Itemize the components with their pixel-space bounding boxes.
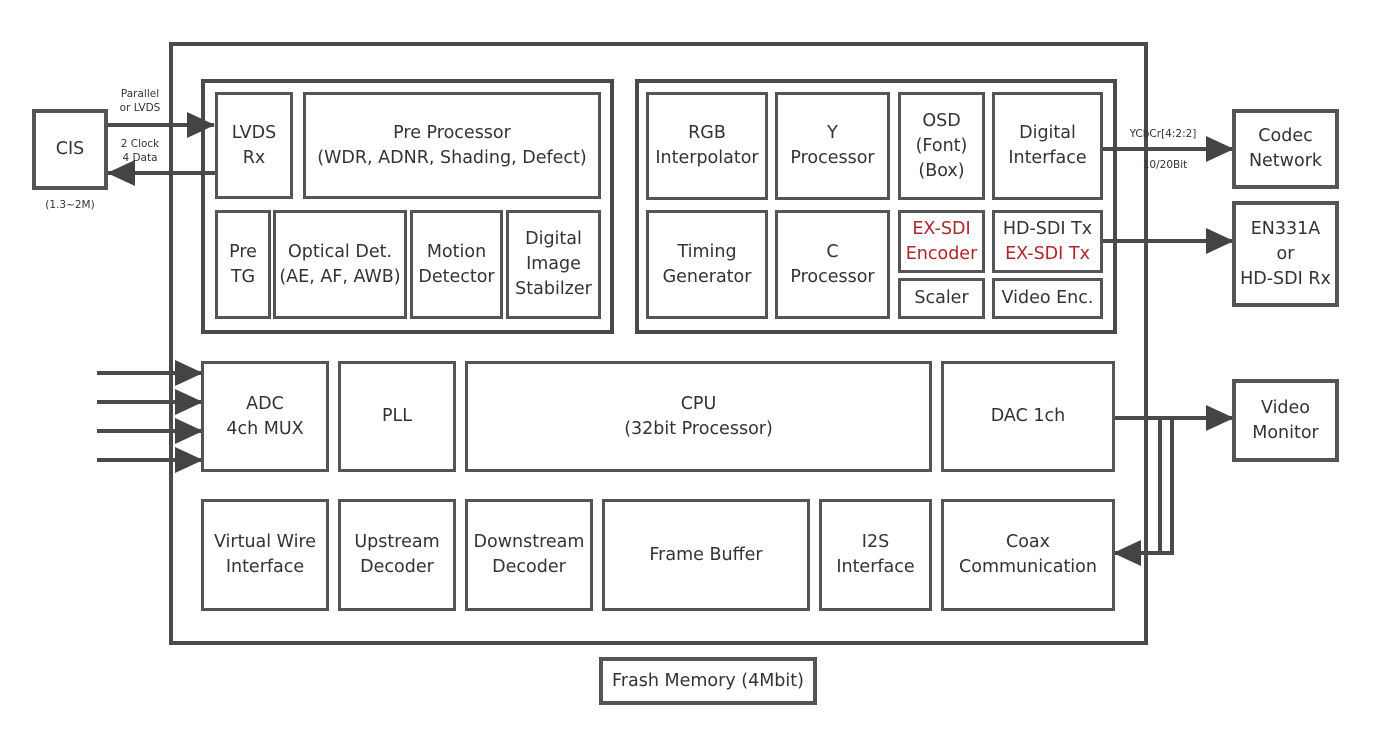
adc-block: ADC 4ch MUX [201, 361, 329, 472]
line: Digital [1019, 123, 1076, 143]
line: HD-SDI Rx [1240, 268, 1331, 289]
line: Scaler [914, 288, 969, 308]
cpu-block: CPU (32bit Processor) [465, 361, 932, 472]
optical-det-block: Optical Det. (AE, AF, AWB) [273, 210, 407, 319]
line: Generator [662, 266, 752, 287]
line: or [1276, 243, 1295, 264]
flash-memory: Frash Memory (4Mbit) [599, 657, 817, 705]
image-stabilizer-block: Digital Image Stabilzer [506, 210, 601, 319]
video-monitor: Video Monitor [1232, 379, 1339, 462]
line: Encoder [905, 243, 978, 264]
c-processor-block: C Processor [775, 210, 890, 319]
pll-block: PLL [338, 361, 456, 472]
y-processor-block: Y Processor [775, 92, 890, 200]
cis-resolution: (1.3~2M) [45, 199, 95, 211]
timing-generator-block: Timing Generator [646, 210, 768, 319]
line: Video [1260, 397, 1311, 418]
frame-buffer-block: Frame Buffer [602, 499, 810, 611]
line: Y [827, 123, 838, 143]
lvds-rx-block: LVDS Rx [215, 92, 293, 199]
line: Interpolator [655, 148, 759, 168]
parallel-label: Parallel or LVDS [110, 87, 170, 115]
line: Processor [790, 148, 875, 168]
line: DAC 1ch [990, 406, 1066, 426]
coax-communication-block: Coax Communication [941, 499, 1115, 611]
line: 4ch MUX [226, 418, 304, 439]
osd-block: OSD (Font) (Box) [898, 92, 985, 200]
line: HD-SDI Tx [1002, 218, 1093, 239]
bits-label: 10/20Bit [1142, 159, 1188, 171]
line: PLL [381, 406, 413, 426]
line: Motion [426, 241, 487, 262]
line: EX-SDI [912, 218, 971, 239]
line: Optical Det. [287, 241, 393, 262]
line: Rx [242, 147, 266, 168]
rgb-interpolator-block: RGB Interpolator [646, 92, 768, 200]
upstream-decoder-block: Upstream Decoder [338, 499, 456, 611]
clock-data-label: 2 Clock 4 Data [110, 137, 170, 165]
line: I2S [861, 532, 890, 552]
line: Pre [229, 241, 257, 262]
label-line: or LVDS [119, 102, 161, 114]
line: RGB [688, 123, 726, 143]
exsdi-encoder-block: EX-SDI Encoder [898, 210, 985, 273]
line: (AE, AF, AWB) [279, 266, 401, 287]
label-line: 4 Data [122, 152, 158, 164]
cis-sensor: CIS [32, 109, 108, 190]
line: Network [1248, 151, 1323, 171]
line: Interface [836, 557, 915, 577]
label-line: 2 Clock [120, 138, 160, 150]
hdsdi-tx-block: HD-SDI Tx EX-SDI Tx [992, 210, 1103, 273]
line: Interface [225, 557, 305, 577]
virtual-wire-block: Virtual Wire Interface [201, 499, 329, 611]
label-line: Parallel [120, 88, 160, 100]
line: Codec [1258, 126, 1313, 146]
line: Image [526, 254, 581, 274]
pre-tg-block: Pre TG [215, 210, 271, 319]
cis-label: CIS [55, 139, 85, 159]
codec-network: Codec Network [1232, 109, 1339, 189]
line: EN331A [1250, 218, 1321, 239]
line: (WDR, ADNR, Shading, Defect) [317, 147, 587, 168]
line: EX-SDI Tx [1005, 243, 1090, 264]
line: Pre Processor [393, 122, 511, 143]
line: Coax [1005, 532, 1050, 552]
i2s-interface-block: I2S Interface [819, 499, 932, 611]
pre-processor-block: Pre Processor (WDR, ADNR, Shading, Defec… [303, 92, 601, 199]
line: Virtual Wire [213, 532, 317, 552]
line: (32bit Processor) [624, 418, 773, 439]
line: Decoder [492, 557, 566, 577]
line: Digital [525, 229, 582, 249]
line: C [826, 241, 839, 262]
line: Interface [1008, 148, 1087, 168]
line: OSD [922, 110, 961, 131]
en331a-receiver: EN331A or HD-SDI Rx [1232, 201, 1339, 307]
video-encoder-block: Video Enc. [992, 278, 1103, 319]
ycbcr-label: YCbCr[4:2:2] [1129, 128, 1197, 140]
coax-loop [1158, 418, 1174, 555]
line: CPU [680, 393, 717, 414]
dac-block: DAC 1ch [941, 361, 1115, 472]
line: Upstream [354, 532, 440, 552]
line: LVDS [231, 122, 277, 143]
line: ADC [246, 393, 284, 414]
line: Detector [418, 266, 495, 287]
motion-detector-block: Motion Detector [410, 210, 503, 319]
line: (Font) [915, 135, 968, 156]
digital-interface-block: Digital Interface [992, 92, 1103, 200]
downstream-decoder-block: Downstream Decoder [465, 499, 593, 611]
line: Monitor [1252, 422, 1319, 443]
line: Decoder [360, 557, 434, 577]
line: Processor [790, 266, 875, 287]
line: Downstream [473, 532, 585, 552]
line: Timing [677, 241, 737, 262]
line: Video Enc. [1001, 288, 1094, 308]
line: Frash Memory (4Mbit) [612, 670, 804, 691]
line: TG [230, 266, 256, 287]
line: (Box) [918, 160, 965, 181]
line: Frame Buffer [649, 544, 763, 565]
line: Communication [959, 557, 1097, 577]
line: Stabilzer [515, 279, 592, 299]
scaler-block: Scaler [898, 278, 985, 319]
